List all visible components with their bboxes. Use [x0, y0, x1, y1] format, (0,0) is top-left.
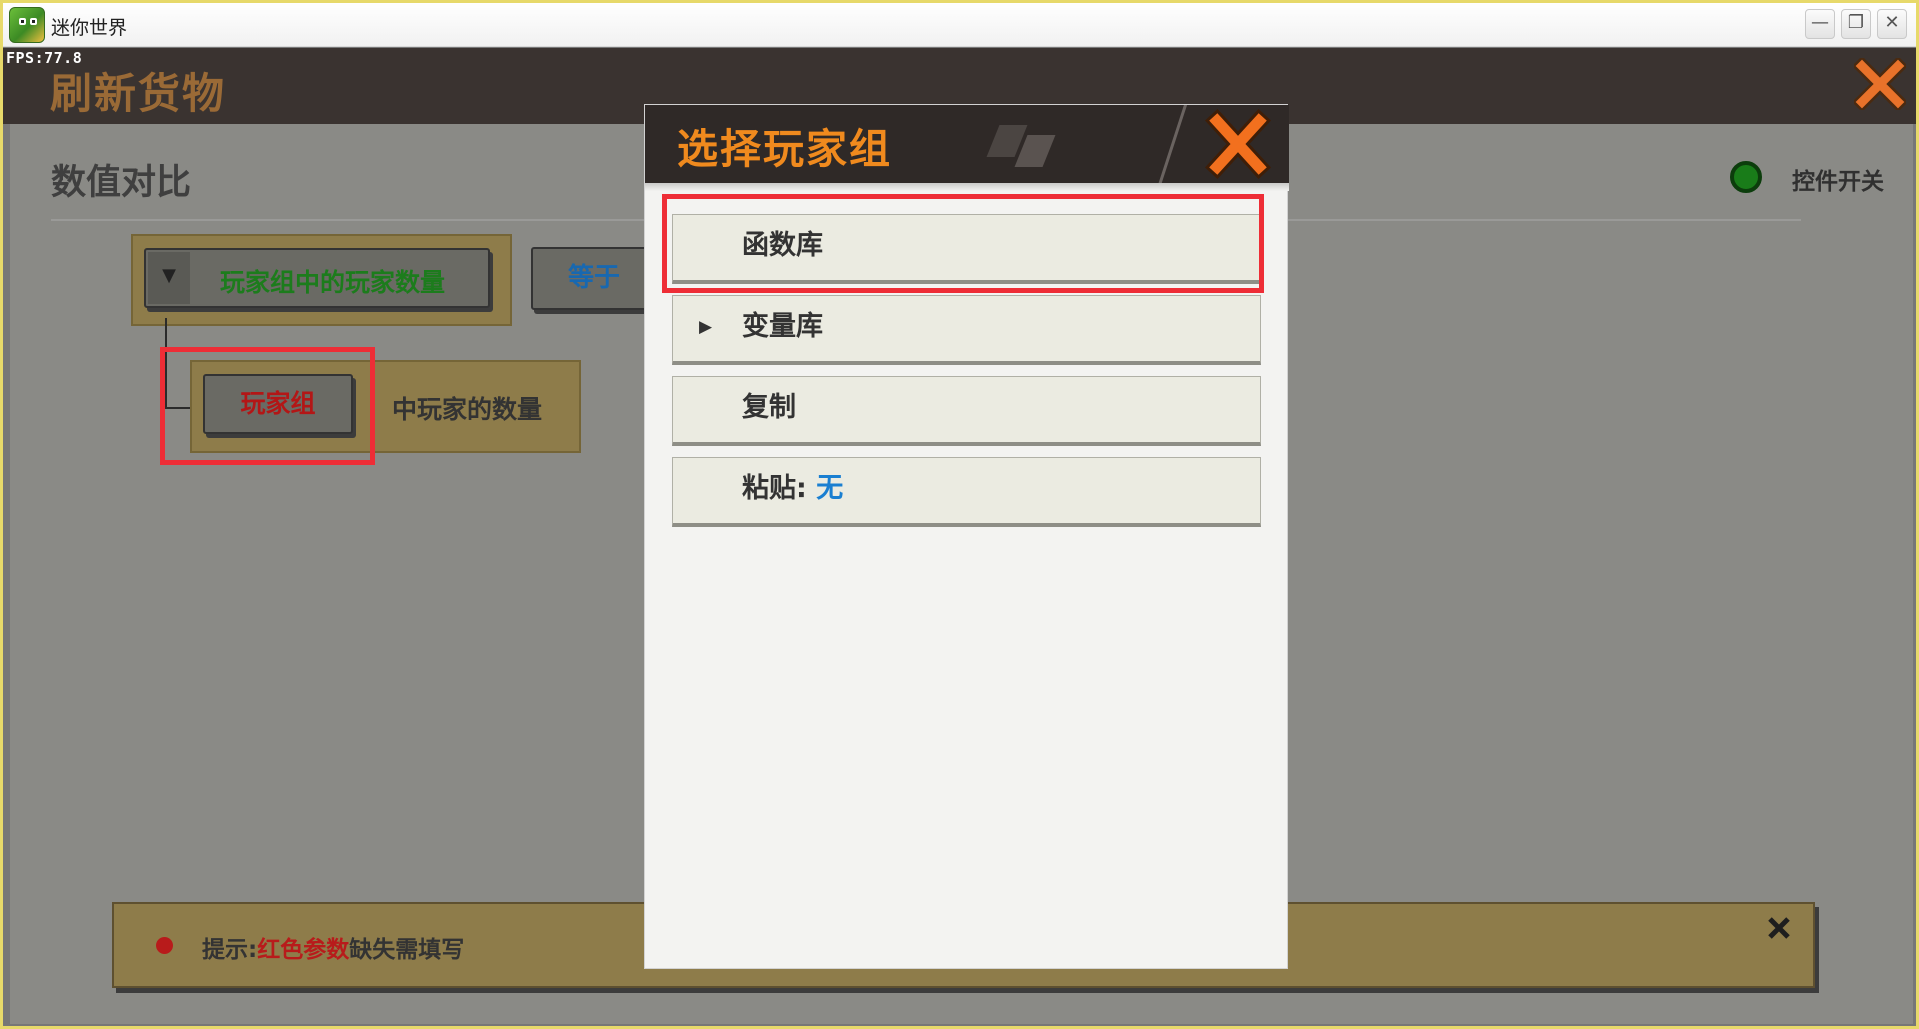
hint-text: 提示:红色参数缺失需填写 [202, 937, 465, 963]
hint-close-button[interactable] [1763, 912, 1795, 944]
dialog-header: 选择玩家组 [645, 105, 1289, 183]
triangle-down-icon: ▼ [148, 252, 190, 304]
window-title: 迷你世界 [51, 17, 128, 39]
app-window: 迷你世界 — ❐ ✕ FPS:77.8 刷新货物 数值对比 控件开关 ▼ 玩家组… [0, 0, 1919, 1029]
control-toggle[interactable] [1730, 161, 1762, 193]
select-player-group-dialog: 选择玩家组 函数库 ▶ 变量库 复制 粘贴: 无 [644, 104, 1289, 969]
control-toggle-label: 控件开关 [1792, 169, 1884, 195]
page-title: 刷新货物 [50, 69, 227, 118]
menu-item-paste[interactable]: 粘贴: 无 [672, 457, 1261, 527]
fps-counter: FPS:77.8 [6, 49, 83, 67]
operator-button[interactable]: 等于 [531, 247, 661, 310]
condition-selector[interactable]: ▼ 玩家组中的玩家数量 [144, 248, 490, 308]
editor-close-button[interactable] [1852, 56, 1908, 112]
triangle-right-icon: ▶ [699, 317, 713, 337]
app-icon [9, 7, 45, 43]
section-title: 数值对比 [51, 163, 192, 203]
warning-dot-icon [156, 937, 173, 954]
window-titlebar: 迷你世界 — ❐ ✕ [3, 3, 1916, 47]
close-icon [1852, 56, 1908, 112]
menu-item-copy[interactable]: 复制 [672, 376, 1261, 446]
condition-label: 玩家组中的玩家数量 [220, 268, 446, 297]
close-icon [1768, 917, 1790, 939]
menu-item-label: 变量库 [742, 311, 823, 342]
window-close-button[interactable]: ✕ [1877, 9, 1907, 39]
close-icon [1204, 108, 1272, 180]
sub-condition-text: 中玩家的数量 [392, 395, 543, 424]
header-shadow [645, 183, 1289, 191]
highlight-box [662, 194, 1264, 293]
menu-item-label: 粘贴: [742, 473, 807, 504]
dialog-title: 选择玩家组 [677, 125, 892, 173]
restore-button[interactable]: ❐ [1841, 9, 1871, 39]
dialog-close-button[interactable] [1204, 108, 1272, 180]
menu-item-label: 复制 [742, 392, 796, 423]
minimize-button[interactable]: — [1805, 9, 1835, 39]
menu-item-variable-library[interactable]: ▶ 变量库 [672, 295, 1261, 365]
condition-block: ▼ 玩家组中的玩家数量 [131, 234, 512, 326]
paste-value: 无 [816, 473, 844, 504]
header-decoration [1155, 105, 1190, 183]
highlight-box [160, 347, 375, 465]
